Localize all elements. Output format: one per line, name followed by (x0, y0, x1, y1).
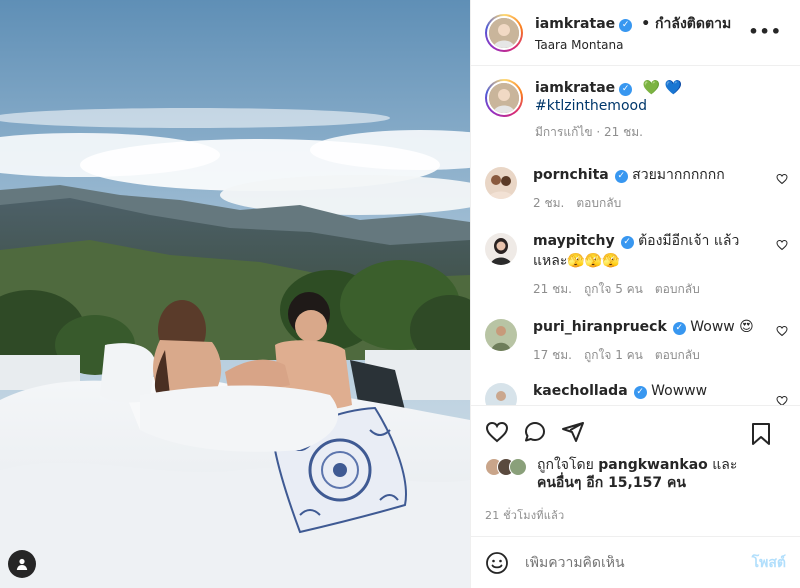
post-caption: iamkratae ✓ 💚 💙 #ktlzinthemood มีการแก้ไข… (471, 67, 800, 165)
post-photo[interactable] (0, 0, 470, 588)
comment-avatar[interactable] (485, 233, 517, 265)
photo-scene (0, 0, 470, 588)
comment-text: สวยมากกกกกก (632, 167, 725, 183)
caption-username[interactable]: iamkratae (535, 80, 615, 96)
likes-summary: ถูกใจโดย pangkwankao และ คนอื่นๆ อีก 15,… (471, 448, 800, 492)
post-header: iamkratae ✓ • กำลังติดตาม Taara Montana •… (471, 0, 800, 66)
following-button[interactable]: • กำลังติดตาม (641, 16, 731, 32)
caption-text: iamkratae ✓ 💚 💙 #ktlzinthemood มีการแก้ไข… (535, 79, 682, 165)
post-location[interactable]: Taara Montana (535, 38, 731, 52)
avatar[interactable] (485, 13, 523, 52)
user-tag-glyph (16, 558, 28, 570)
comment-item: maypitchy ✓ ต้องมีอีกเจ้า แล้วแหละ🫣🫣🫣 21 … (471, 231, 800, 317)
comment-like-heart-icon[interactable] (776, 173, 788, 185)
comment-time: 17 ชม. (533, 348, 572, 362)
verified-badge-icon: ✓ (614, 170, 628, 183)
liked-by-others[interactable]: คนอื่นๆ อีก 15,157 คน (537, 475, 686, 491)
comment-item: puri_hiranprueck ✓ Woww 😍 17 ชม. ถูกใจ 1 ค… (471, 317, 800, 381)
comment-text: Wowww (651, 383, 708, 399)
post-actions: ถูกใจโดย pangkwankao และ คนอื่นๆ อีก 15,… (471, 405, 800, 522)
comment-avatar[interactable] (485, 167, 517, 199)
liked-by-user[interactable]: pangkwankao (598, 457, 708, 473)
more-options-icon[interactable]: ••• (748, 22, 782, 41)
liked-by-suffix: และ (712, 457, 738, 473)
comment-like-heart-icon[interactable] (776, 325, 788, 337)
caption-avatar[interactable] (485, 79, 523, 117)
comment-input[interactable] (525, 554, 752, 571)
reply-button[interactable]: ตอบกลับ (576, 196, 621, 210)
emoji-icon[interactable] (485, 551, 509, 575)
comment-avatar[interactable] (485, 383, 517, 405)
verified-badge-icon: ✓ (619, 19, 633, 32)
user-tag-icon[interactable] (8, 550, 36, 578)
caption-hashtag[interactable]: #ktlzinthemood (535, 97, 682, 115)
verified-badge-icon: ✓ (672, 322, 686, 335)
verified-badge-icon: ✓ (620, 236, 634, 249)
caption-meta: มีการแก้ไข · 21 ชม. (535, 125, 643, 139)
comment-icon[interactable] (523, 420, 547, 444)
heart-icon[interactable] (485, 420, 509, 444)
post-detail-panel: iamkratae ✓ • กำลังติดตาม Taara Montana •… (470, 0, 800, 588)
verified-badge-icon: ✓ (633, 386, 647, 399)
liked-by-avatars (485, 458, 537, 476)
comment-username[interactable]: puri_hiranprueck (533, 319, 667, 335)
share-icon[interactable] (561, 420, 585, 444)
caption-emojis: 💚 💙 (642, 80, 682, 96)
comment-item: kaechollada ✓ Wowww (471, 381, 800, 405)
comment-likes[interactable]: ถูกใจ 5 คน (584, 282, 643, 296)
liked-by-prefix: ถูกใจโดย (537, 457, 594, 473)
post-comment-button[interactable]: โพสต์ (752, 552, 786, 574)
comment-item: pornchita ✓ สวยมากกกกกก 2 ชม. ตอบกลับ (471, 165, 800, 231)
comment-time: 21 ชม. (533, 282, 572, 296)
header-info: iamkratae ✓ • กำลังติดตาม Taara Montana (535, 13, 731, 52)
comment-avatar[interactable] (485, 319, 517, 351)
comment-username[interactable]: maypitchy (533, 233, 615, 249)
comment-username[interactable]: pornchita (533, 167, 609, 183)
reply-button[interactable]: ตอบกลับ (655, 348, 700, 362)
author-username[interactable]: iamkratae (535, 16, 615, 32)
avatar-image (487, 15, 521, 50)
comment-username[interactable]: kaechollada (533, 383, 628, 399)
comments-list[interactable]: iamkratae ✓ 💚 💙 #ktlzinthemood มีการแก้ไข… (471, 67, 800, 405)
comment-text: Woww 😍 (690, 319, 754, 335)
action-bar (471, 406, 800, 448)
bookmark-icon[interactable] (750, 422, 772, 446)
comment-like-heart-icon[interactable] (776, 239, 788, 251)
verified-badge-icon: ✓ (619, 83, 633, 96)
comment-like-heart-icon[interactable] (776, 395, 788, 405)
reply-button[interactable]: ตอบกลับ (655, 282, 700, 296)
post-timestamp[interactable]: 21 ชั่วโมงที่แล้ว (471, 492, 800, 524)
comment-time: 2 ชม. (533, 196, 565, 210)
comment-likes[interactable]: ถูกใจ 1 คน (584, 348, 643, 362)
add-comment-bar: โพสต์ (471, 536, 800, 588)
